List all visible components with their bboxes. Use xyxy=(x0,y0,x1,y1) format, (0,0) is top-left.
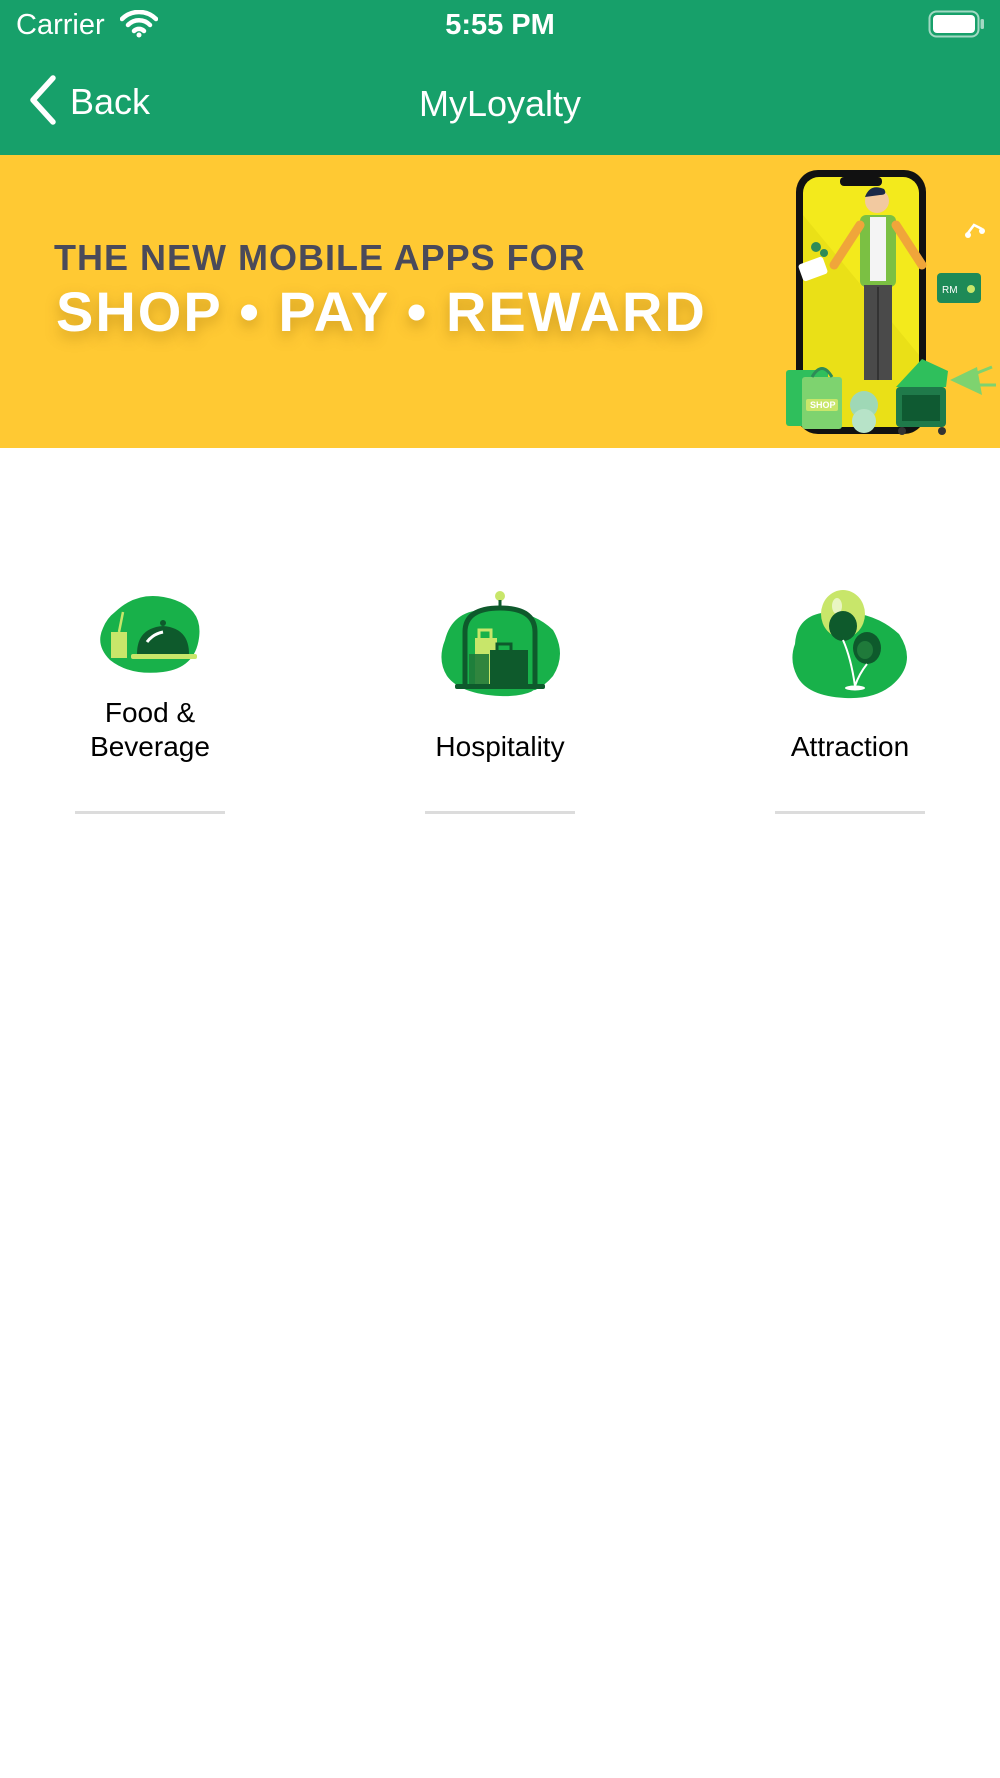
category-food-beverage[interactable]: Food & Beverage xyxy=(50,580,250,820)
luggage-cart-icon xyxy=(435,590,565,707)
status-bar: Carrier 5:55 PM xyxy=(0,0,1000,50)
category-divider xyxy=(75,811,225,814)
top-bar: Carrier 5:55 PM Back MyLoyalty xyxy=(0,0,1000,155)
category-label: Hospitality xyxy=(435,731,565,762)
balloons-icon xyxy=(785,590,915,707)
banner-headline: THE NEW MOBILE APPS FOR xyxy=(54,237,586,278)
category-attraction[interactable]: Attraction xyxy=(750,580,950,820)
category-grid: Food & Beverage Hospitality Attraction xyxy=(0,580,1000,820)
navigation-bar: Back MyLoyalty xyxy=(0,50,1000,155)
category-divider xyxy=(775,811,925,814)
category-label: Food & Beverage xyxy=(90,697,210,762)
food-cloche-icon xyxy=(95,590,205,685)
status-time: 5:55 PM xyxy=(445,9,555,41)
category-hospitality[interactable]: Hospitality xyxy=(400,580,600,820)
promo-banner[interactable]: THE NEW MOBILE APPS FOR SHOP • PAY • REW… xyxy=(0,155,1000,448)
category-label: Attraction xyxy=(790,731,910,762)
battery-icon xyxy=(928,10,986,45)
page-title: MyLoyalty xyxy=(418,83,582,124)
svg-text:SHOP: SHOP xyxy=(810,400,836,410)
banner-tagline: SHOP • PAY • REWARD xyxy=(56,280,707,343)
phone-illustration-icon: RM SHOP xyxy=(772,155,1000,448)
category-divider xyxy=(425,811,575,814)
svg-text:RM: RM xyxy=(942,285,958,296)
